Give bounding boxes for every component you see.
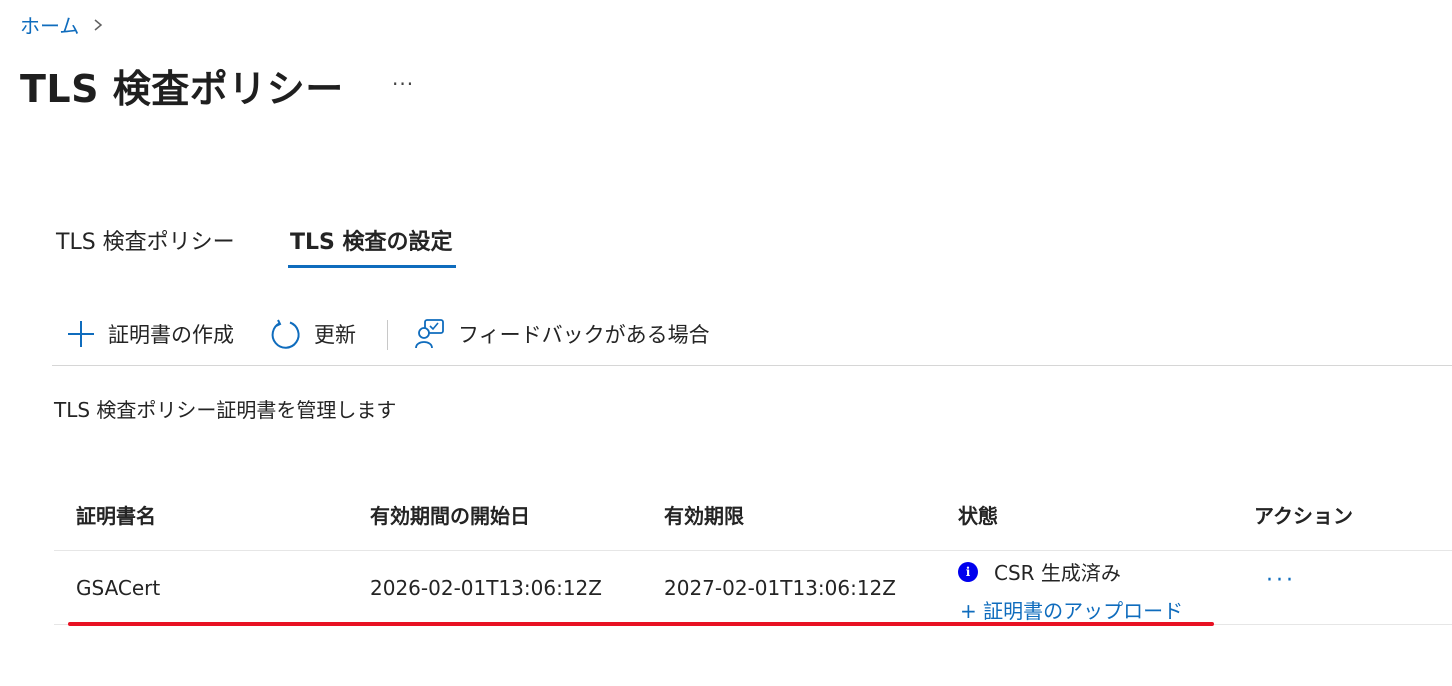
page-title: TLS 検査ポリシー	[20, 67, 344, 111]
add-icon	[68, 321, 94, 347]
breadcrumb-home-link[interactable]: ホーム	[20, 10, 79, 39]
page-description: TLS 検査ポリシー証明書を管理します	[54, 398, 397, 422]
refresh-button[interactable]: 更新	[270, 316, 356, 352]
column-header-valid-from[interactable]: 有効期間の開始日	[370, 500, 530, 529]
upload-certificate-link[interactable]: + 証明書のアップロード	[960, 595, 1183, 624]
info-icon: i	[958, 561, 978, 582]
column-header-status[interactable]: 状態	[958, 500, 998, 529]
create-certificate-label: 証明書の作成	[108, 323, 234, 347]
certificate-name-cell: GSACert	[76, 576, 161, 600]
status-text: CSR 生成済み	[994, 561, 1121, 585]
toolbar-separator	[52, 365, 1452, 366]
tab-tls-inspection-settings[interactable]: TLS 検査の設定	[290, 224, 453, 256]
breadcrumb: ホーム	[20, 10, 105, 39]
create-certificate-button[interactable]: 証明書の作成	[66, 316, 234, 352]
refresh-label: 更新	[314, 323, 356, 347]
more-options-button[interactable]: ···	[392, 72, 414, 96]
row-actions-button[interactable]: ···	[1266, 568, 1296, 593]
highlight-underline	[68, 622, 1214, 626]
chevron-right-icon	[94, 18, 103, 31]
toolbar-divider	[387, 320, 388, 350]
active-tab-indicator	[288, 265, 456, 268]
valid-from-cell: 2026-02-01T13:06:12Z	[370, 576, 602, 600]
status-badge: i CSR 生成済み	[958, 557, 1121, 586]
column-header-certificate-name[interactable]: 証明書名	[76, 500, 156, 529]
feedback-person-icon	[415, 319, 444, 349]
column-header-expiry[interactable]: 有効期限	[664, 500, 744, 529]
feedback-button[interactable]: フィードバックがある場合	[414, 316, 710, 352]
table-header-divider	[54, 550, 1452, 551]
refresh-icon	[271, 319, 300, 349]
feedback-label: フィードバックがある場合	[458, 323, 710, 347]
tab-tls-inspection-policy[interactable]: TLS 検査ポリシー	[56, 224, 235, 256]
column-header-actions[interactable]: アクション	[1254, 500, 1353, 529]
expiry-cell: 2027-02-01T13:06:12Z	[664, 576, 896, 600]
